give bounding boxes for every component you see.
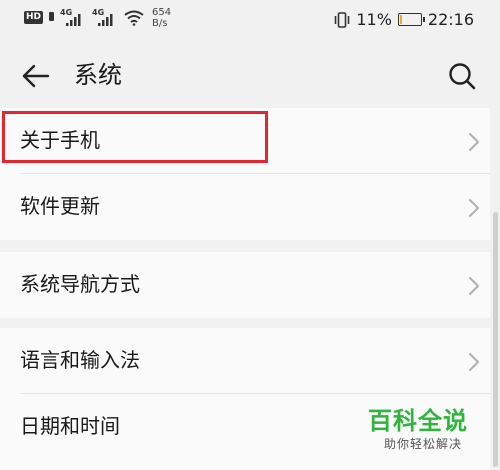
vibrate-icon (335, 11, 350, 28)
settings-item-language-input[interactable]: 语言和输入法 (0, 328, 490, 394)
page-title: 系统 (74, 61, 122, 89)
battery-percent: 11% (356, 10, 392, 29)
settings-item-label: 日期和时间 (20, 414, 120, 438)
watermark-subtitle: 助你轻松解决 (384, 437, 463, 451)
chevron-right-icon (469, 353, 479, 371)
app-bar: 系统 (0, 48, 500, 102)
chevron-right-icon (469, 199, 479, 217)
signal-icon: 4G (60, 8, 86, 28)
sim-icon (49, 12, 55, 21)
chevron-right-icon (469, 277, 479, 295)
signal-icon-2: 4G (92, 8, 118, 28)
network-speed: 654 B/s (152, 7, 171, 29)
status-right: 11% 22:16 (334, 10, 474, 29)
settings-item-system-navigation[interactable]: 系统导航方式 (0, 252, 490, 318)
highlight-box (2, 111, 268, 163)
clock: 22:16 (427, 10, 474, 29)
watermark: 百科全说 助你轻松解决 (368, 406, 496, 452)
wifi-icon (124, 10, 144, 26)
status-left: HD 4G 4G 654 B/s (24, 7, 171, 29)
watermark-title: 百科全说 (368, 407, 468, 435)
chevron-right-icon (469, 133, 479, 151)
back-arrow-icon[interactable] (20, 60, 52, 92)
settings-item-label: 软件更新 (20, 194, 100, 218)
battery-icon (397, 13, 425, 26)
search-icon[interactable] (446, 60, 478, 92)
speed-value: 654 (152, 7, 172, 18)
settings-item-label: 系统导航方式 (20, 272, 140, 296)
settings-item-label: 语言和输入法 (20, 348, 140, 372)
speed-unit: B/s (152, 18, 168, 29)
settings-group-2: 系统导航方式 (0, 252, 490, 318)
status-bar: HD 4G 4G 654 B/s 11% 22:16 (0, 0, 500, 40)
hd-badge: HD (24, 11, 44, 24)
settings-item-software-update[interactable]: 软件更新 (0, 174, 490, 240)
